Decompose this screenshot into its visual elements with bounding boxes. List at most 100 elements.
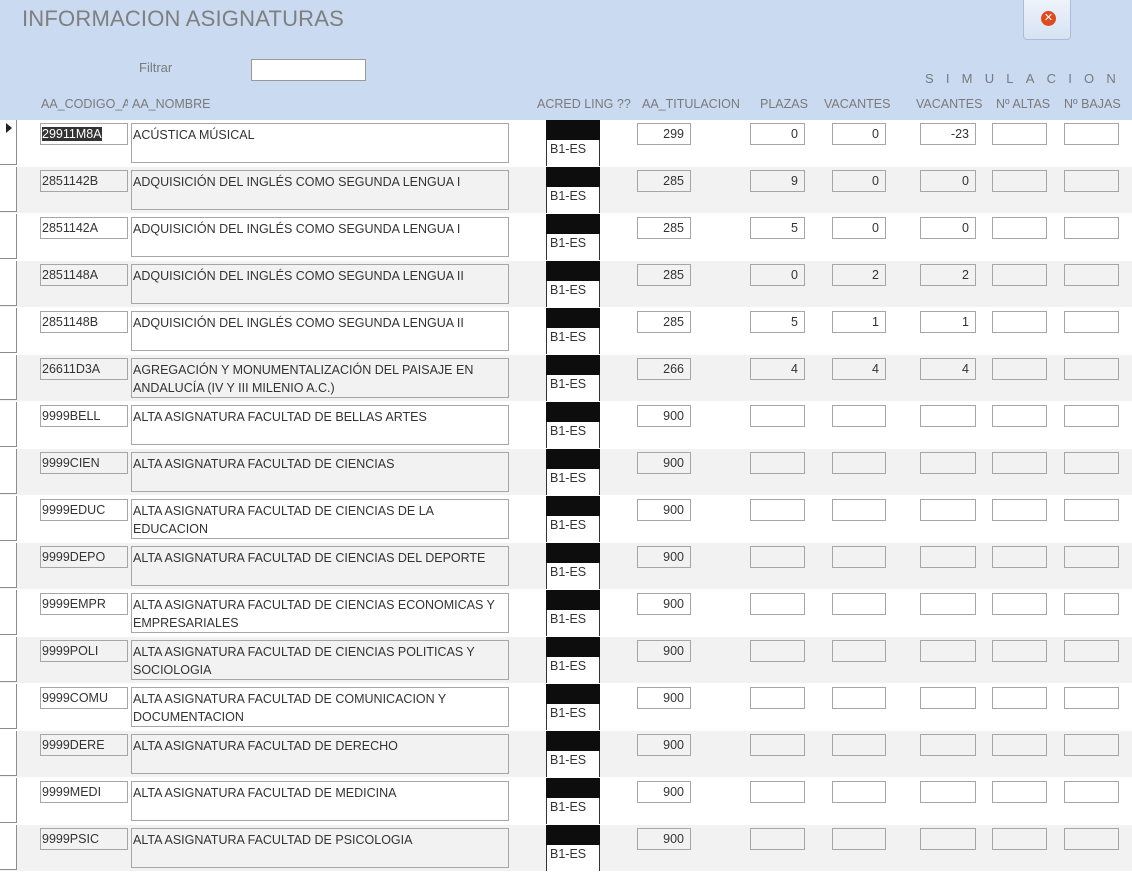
altas-field[interactable] <box>992 734 1047 756</box>
record-selector[interactable] <box>0 214 17 259</box>
plazas-field[interactable] <box>750 546 805 568</box>
sim-vacantes-field[interactable]: -23 <box>920 123 976 145</box>
vacantes-field[interactable]: 1 <box>832 311 886 333</box>
bajas-field[interactable] <box>1064 499 1119 521</box>
plazas-field[interactable]: 0 <box>750 264 805 286</box>
plazas-field[interactable] <box>750 499 805 521</box>
titulacion-field[interactable]: 266 <box>637 358 691 380</box>
altas-field[interactable] <box>992 358 1047 380</box>
vacantes-field[interactable]: 0 <box>832 170 886 192</box>
name-field[interactable]: ADQUISICIÓN DEL INGLÉS COMO SEGUNDA LENG… <box>131 311 509 351</box>
acred-field[interactable]: B1-ES <box>546 375 600 401</box>
code-field[interactable]: 9999CIEN <box>40 452 128 474</box>
altas-field[interactable] <box>992 781 1047 803</box>
bajas-field[interactable] <box>1064 123 1119 145</box>
sim-vacantes-field[interactable]: 0 <box>920 217 976 239</box>
acred-field[interactable]: B1-ES <box>546 845 600 871</box>
sim-vacantes-field[interactable] <box>920 734 976 756</box>
sim-vacantes-field[interactable]: 2 <box>920 264 976 286</box>
code-field[interactable]: 2851148A <box>40 264 128 286</box>
acred-field[interactable]: B1-ES <box>546 751 600 777</box>
close-button[interactable]: ✕ <box>1023 0 1071 40</box>
acred-field[interactable]: B1-ES <box>546 657 600 683</box>
name-field[interactable]: ALTA ASIGNATURA FACULTAD DE COMUNICACION… <box>131 687 509 727</box>
vacantes-field[interactable] <box>832 828 886 850</box>
acred-field[interactable]: B1-ES <box>546 328 600 354</box>
code-field[interactable]: 2851148B <box>40 311 128 333</box>
name-field[interactable]: ACÚSTICA MÚSICAL <box>131 123 509 163</box>
code-field[interactable]: 9999PSIC <box>40 828 128 850</box>
altas-field[interactable] <box>992 640 1047 662</box>
record-selector[interactable] <box>0 731 17 776</box>
name-field[interactable]: AGREGACIÓN Y MONUMENTALIZACIÓN DEL PAISA… <box>131 358 509 398</box>
name-field[interactable]: ALTA ASIGNATURA FACULTAD DE CIENCIAS ECO… <box>131 593 509 633</box>
name-field[interactable]: ALTA ASIGNATURA FACULTAD DE CIENCIAS DEL… <box>131 546 509 586</box>
acred-field[interactable]: B1-ES <box>546 187 600 213</box>
titulacion-field[interactable]: 900 <box>637 499 691 521</box>
altas-field[interactable] <box>992 687 1047 709</box>
acred-field[interactable]: B1-ES <box>546 234 600 260</box>
vacantes-field[interactable] <box>832 734 886 756</box>
sim-vacantes-field[interactable] <box>920 687 976 709</box>
name-field[interactable]: ALTA ASIGNATURA FACULTAD DE PSICOLOGIA <box>131 828 509 868</box>
bajas-field[interactable] <box>1064 687 1119 709</box>
name-field[interactable]: ADQUISICIÓN DEL INGLÉS COMO SEGUNDA LENG… <box>131 264 509 304</box>
sim-vacantes-field[interactable] <box>920 405 976 427</box>
titulacion-field[interactable]: 900 <box>637 452 691 474</box>
code-field[interactable]: 26611D3A <box>40 358 128 380</box>
vacantes-field[interactable] <box>832 687 886 709</box>
plazas-field[interactable] <box>750 781 805 803</box>
altas-field[interactable] <box>992 264 1047 286</box>
acred-field[interactable]: B1-ES <box>546 281 600 307</box>
record-selector[interactable] <box>0 496 17 541</box>
code-field[interactable]: 9999EDUC <box>40 499 128 521</box>
plazas-field[interactable] <box>750 687 805 709</box>
acred-field[interactable]: B1-ES <box>546 469 600 495</box>
altas-field[interactable] <box>992 170 1047 192</box>
titulacion-field[interactable]: 900 <box>637 781 691 803</box>
plazas-field[interactable] <box>750 734 805 756</box>
bajas-field[interactable] <box>1064 170 1119 192</box>
name-field[interactable]: ALTA ASIGNATURA FACULTAD DE CIENCIAS POL… <box>131 640 509 680</box>
record-selector[interactable] <box>0 261 17 306</box>
filter-input[interactable] <box>251 59 366 81</box>
altas-field[interactable] <box>992 593 1047 615</box>
code-field[interactable]: 9999BELL <box>40 405 128 427</box>
bajas-field[interactable] <box>1064 781 1119 803</box>
vacantes-field[interactable] <box>832 640 886 662</box>
record-selector[interactable] <box>0 449 17 494</box>
record-selector[interactable] <box>0 825 17 870</box>
altas-field[interactable] <box>992 452 1047 474</box>
altas-field[interactable] <box>992 828 1047 850</box>
acred-field[interactable]: B1-ES <box>546 610 600 636</box>
titulacion-field[interactable]: 299 <box>637 123 691 145</box>
titulacion-field[interactable]: 285 <box>637 311 691 333</box>
titulacion-field[interactable]: 285 <box>637 264 691 286</box>
bajas-field[interactable] <box>1064 593 1119 615</box>
titulacion-field[interactable]: 900 <box>637 687 691 709</box>
vacantes-field[interactable] <box>832 452 886 474</box>
plazas-field[interactable]: 5 <box>750 311 805 333</box>
vacantes-field[interactable] <box>832 546 886 568</box>
acred-field[interactable]: B1-ES <box>546 704 600 730</box>
code-field[interactable]: 29911M8A <box>40 123 128 145</box>
bajas-field[interactable] <box>1064 311 1119 333</box>
vacantes-field[interactable]: 0 <box>832 217 886 239</box>
sim-vacantes-field[interactable] <box>920 640 976 662</box>
plazas-field[interactable] <box>750 452 805 474</box>
code-field[interactable]: 9999DEPO <box>40 546 128 568</box>
sim-vacantes-field[interactable]: 1 <box>920 311 976 333</box>
acred-field[interactable]: B1-ES <box>546 140 600 166</box>
altas-field[interactable] <box>992 311 1047 333</box>
altas-field[interactable] <box>992 217 1047 239</box>
code-field[interactable]: 9999EMPR <box>40 593 128 615</box>
titulacion-field[interactable]: 900 <box>637 546 691 568</box>
titulacion-field[interactable]: 900 <box>637 405 691 427</box>
sim-vacantes-field[interactable] <box>920 781 976 803</box>
record-selector[interactable] <box>0 120 17 165</box>
record-selector[interactable] <box>0 355 17 400</box>
sim-vacantes-field[interactable] <box>920 499 976 521</box>
vacantes-field[interactable]: 2 <box>832 264 886 286</box>
name-field[interactable]: ALTA ASIGNATURA FACULTAD DE BELLAS ARTES <box>131 405 509 445</box>
name-field[interactable]: ALTA ASIGNATURA FACULTAD DE CIENCIAS <box>131 452 509 492</box>
